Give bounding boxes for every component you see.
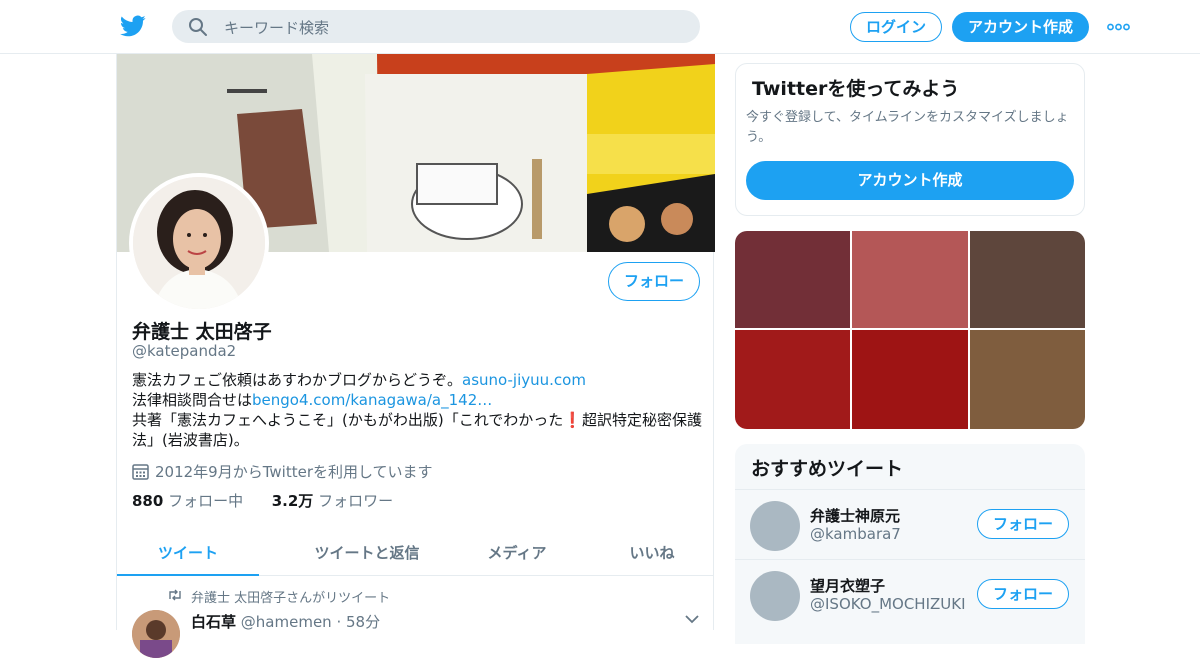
joined-text: 2012年9月からTwitterを利用しています (155, 463, 433, 481)
more-dots-icon[interactable] (1107, 22, 1130, 32)
recommended-user-name[interactable]: 弁護士神原元 (810, 505, 900, 526)
recommended-user-handle[interactable]: @ISOKO_MOCHIZUKI (810, 595, 966, 613)
tweet-time[interactable]: · 58分 (336, 613, 380, 631)
tab-tweets-replies[interactable]: ツイートと返信 (285, 530, 449, 576)
tweet-author-handle[interactable]: @hamemen (241, 613, 332, 631)
tab-media[interactable]: メディア (467, 530, 567, 576)
bio-link[interactable]: bengo4.com/kanagawa/a_142… (252, 391, 492, 409)
following-stat[interactable]: 880 フォロー中 (132, 492, 243, 510)
profile-stats: 880 フォロー中 3.2万 フォロワー (132, 490, 393, 511)
recommended-user[interactable]: 望月衣塑子 @ISOKO_MOCHIZUKI フォロー (735, 559, 1085, 629)
tweet-author-name[interactable]: 白石草 (191, 613, 236, 631)
bio-link[interactable]: asuno-jiyuu.com (462, 371, 586, 389)
exclamation-icon: ❗ (563, 411, 582, 429)
media-tile[interactable] (852, 330, 968, 429)
profile-name: 弁護士 太田啓子 (132, 321, 272, 343)
chevron-down-icon[interactable] (685, 614, 699, 624)
media-tile[interactable] (735, 231, 850, 328)
media-grid (735, 231, 1085, 429)
retweet-icon (169, 589, 181, 601)
signup-card-title: Twitterを使ってみよう (752, 78, 960, 100)
recommended-user-handle[interactable]: @kambara7 (810, 525, 901, 543)
recommended-title: おすすめツイート (751, 458, 904, 480)
signup-card: Twitterを使ってみよう 今すぐ登録して、タイムラインをカスタマイズしましょ… (735, 63, 1085, 216)
search-icon (189, 18, 207, 36)
signup-card-desc: 今すぐ登録して、タイムラインをカスタマイズしましょう。 (746, 110, 1069, 145)
tweet-header: 白石草 @hamemen · 58分 (191, 611, 380, 632)
profile-handle[interactable]: @katepanda2 (132, 342, 236, 360)
search-input[interactable]: キーワード検索 (224, 17, 329, 38)
media-tile[interactable] (852, 231, 968, 328)
recommended-user-name[interactable]: 望月衣塑子 (810, 575, 885, 596)
profile-avatar[interactable] (129, 173, 269, 313)
profile-tabs: ツイート ツイートと返信 メディア いいね (117, 530, 713, 576)
recommended-card: おすすめツイート 弁護士神原元 @kambara7 フォロー 望月衣塑子 @IS… (735, 444, 1085, 644)
media-tile[interactable] (735, 330, 850, 429)
profile-bio: 憲法カフェご依頼はあすわかブログからどうぞ。asuno-jiyuu.com 法律… (132, 370, 702, 450)
follow-button[interactable]: フォロー (977, 579, 1069, 609)
follow-button[interactable]: フォロー (977, 509, 1069, 539)
retweet-context: 弁護士 太田啓子さんがリツイート (191, 591, 391, 606)
twitter-bird-icon[interactable] (119, 13, 147, 39)
avatar[interactable] (750, 571, 800, 621)
bio-text: 法律相談問合せは (132, 391, 253, 409)
tab-likes[interactable]: いいね (603, 530, 701, 576)
tab-tweets[interactable]: ツイート (117, 530, 259, 576)
signup-button[interactable]: アカウント作成 (952, 12, 1089, 42)
search-box[interactable]: キーワード検索 (172, 10, 700, 43)
tweet-author-avatar[interactable] (132, 610, 180, 658)
calendar-icon (132, 464, 149, 480)
followers-stat[interactable]: 3.2万 フォロワー (272, 492, 393, 510)
media-tile[interactable] (970, 231, 1085, 328)
recommended-user[interactable]: 弁護士神原元 @kambara7 フォロー (735, 489, 1085, 559)
media-tile[interactable] (970, 330, 1085, 429)
signup-card-button[interactable]: アカウント作成 (746, 161, 1074, 200)
bio-text: 共著「憲法カフェへようこそ」(かもがわ出版)「これでわかった (132, 411, 564, 429)
follow-button[interactable]: フォロー (608, 262, 700, 301)
avatar[interactable] (750, 501, 800, 551)
login-button[interactable]: ログイン (850, 12, 942, 42)
joined-date: 2012年9月からTwitterを利用しています (132, 461, 433, 482)
bio-text: 憲法カフェご依頼はあすわかブログからどうぞ。 (132, 371, 463, 389)
top-nav-bar: キーワード検索 ログイン アカウント作成 (0, 0, 1200, 54)
profile-column: フォロー 弁護士 太田啓子 @katepanda2 憲法カフェご依頼はあすわかブ… (116, 54, 715, 658)
